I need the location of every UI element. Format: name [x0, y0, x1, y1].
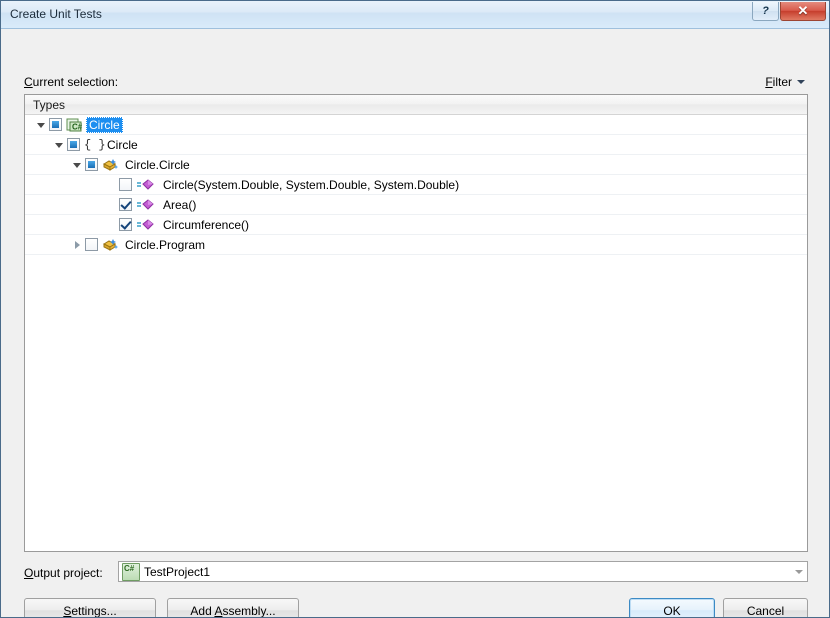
column-header-types: Types — [33, 98, 66, 112]
types-tree-panel[interactable]: Types C# Circle{ } Circle Circle.Circle Circ… — [24, 94, 808, 552]
tree-row[interactable]: Circumference() — [25, 215, 807, 235]
tree-column-header: Types — [25, 95, 807, 115]
row-checkbox[interactable] — [85, 238, 98, 251]
tree-row-label: Circle.Program — [125, 237, 206, 252]
tree-row-label: Circle(System.Double, System.Double, Sys… — [163, 177, 460, 192]
current-selection-text: urrent selection: — [32, 75, 119, 89]
settings-button[interactable]: Settings... — [24, 598, 156, 618]
expand-collapse-icon[interactable] — [51, 141, 67, 148]
tree-row[interactable]: { } Circle — [25, 135, 807, 155]
create-unit-tests-dialog: Create Unit Tests ? ✕ Current selection:… — [0, 0, 830, 618]
method-icon — [136, 197, 156, 213]
add-assembly-button[interactable]: Add Assembly... — [167, 598, 299, 618]
expand-collapse-icon[interactable] — [33, 121, 49, 128]
output-project-accel: O — [24, 566, 34, 580]
current-selection-label: Current selection: — [24, 75, 118, 89]
row-checkbox[interactable] — [49, 118, 62, 131]
tree-row-label: Circle — [86, 116, 123, 133]
cancel-button[interactable]: Cancel — [723, 598, 808, 617]
tree-row[interactable]: Area() — [25, 195, 807, 215]
close-icon[interactable]: ✕ — [780, 2, 826, 21]
tree-row[interactable]: Circle.Circle — [25, 155, 807, 175]
current-selection-accel: C — [24, 75, 33, 89]
output-project-combobox[interactable]: TestProject1 — [118, 561, 808, 582]
output-project-label: Output project: — [24, 566, 103, 580]
row-checkbox[interactable] — [119, 198, 132, 211]
help-icon[interactable]: ? — [752, 2, 779, 21]
row-checkbox[interactable] — [67, 138, 80, 151]
tree-row[interactable]: Circle(System.Double, System.Double, Sys… — [25, 175, 807, 195]
chevron-down-icon[interactable] — [790, 562, 807, 581]
tree-row-label: Area() — [163, 197, 197, 212]
row-checkbox[interactable] — [119, 218, 132, 231]
csharp-project-icon — [122, 562, 140, 581]
output-project-text: utput project: — [33, 566, 103, 580]
tree-row-label: Circumference() — [163, 217, 250, 232]
chevron-down-icon — [797, 80, 805, 84]
tree-row-label: Circle — [107, 137, 138, 152]
method-icon — [136, 177, 156, 193]
add-assembly-label: Add Assembly... — [190, 603, 276, 618]
tree-row[interactable]: C# Circle — [25, 115, 807, 135]
window-title: Create Unit Tests — [10, 7, 102, 21]
row-checkbox[interactable] — [119, 178, 132, 191]
output-project-value: TestProject1 — [144, 564, 211, 579]
expand-collapse-icon[interactable] — [69, 161, 85, 168]
csharp-project-icon: C# — [66, 117, 83, 133]
dialog-client-area: Current selection: Filter Types C# Circle… — [1, 29, 829, 618]
tree-row[interactable]: Circle.Program — [25, 235, 807, 255]
filter-button[interactable]: Filter — [763, 74, 807, 90]
title-bar: Create Unit Tests ? ✕ — [1, 1, 829, 29]
namespace-icon: { } — [84, 137, 106, 152]
class-icon — [102, 237, 118, 253]
class-icon — [102, 157, 118, 173]
expand-collapse-icon[interactable] — [69, 240, 85, 249]
tree-row-label: Circle.Circle — [125, 157, 190, 172]
method-icon — [136, 217, 156, 233]
ok-button[interactable]: OK — [629, 598, 715, 617]
types-tree-body[interactable]: C# Circle{ } Circle Circle.Circle Circle(Sys… — [25, 115, 807, 551]
caption-buttons: ? ✕ — [752, 2, 826, 21]
filter-label: Filter — [765, 75, 792, 89]
settings-label: Settings... — [63, 603, 117, 618]
row-checkbox[interactable] — [85, 158, 98, 171]
svg-text:C#: C# — [72, 122, 82, 131]
